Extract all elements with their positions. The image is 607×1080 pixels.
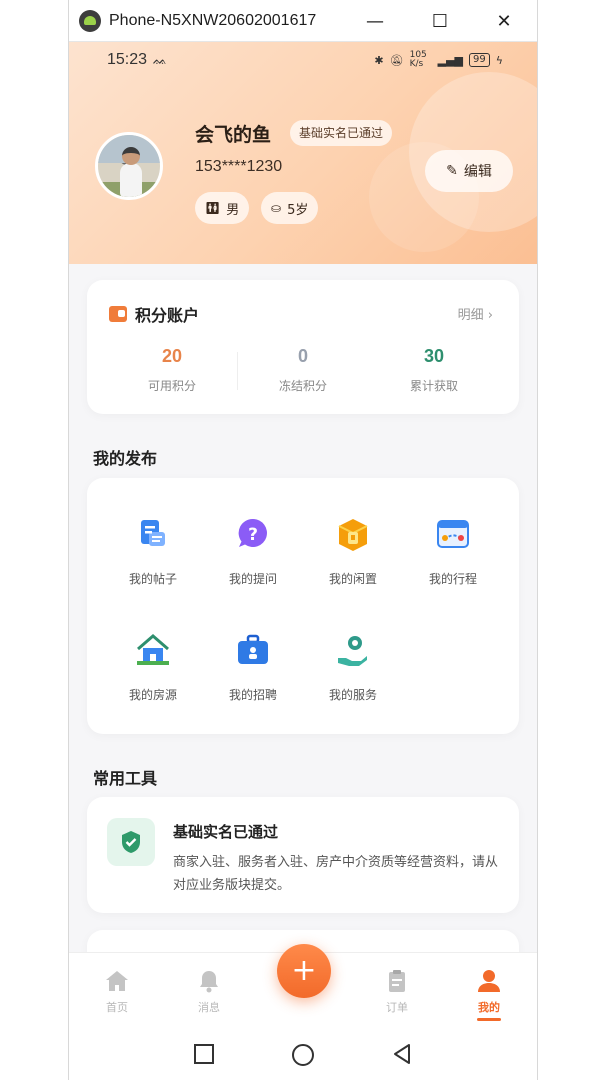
bluetooth-icon: ✱ (374, 53, 384, 67)
route-icon (435, 516, 471, 552)
house-icon (135, 632, 171, 668)
stat-label: 累计获取 (409, 379, 458, 393)
my-posts-card: 我的帖子 ? 我的提问 我的闲置 我的行程 我的房源 我的招聘 我的服务 (87, 478, 519, 734)
phone-window: Phone-N5XNW20602001617 — ☐ ✕ 15:23 ᨐ ✱ 🔕… (68, 0, 538, 1080)
bell-icon (196, 969, 222, 993)
box-icon (335, 516, 371, 552)
user-name: 会飞的鱼 (195, 124, 272, 146)
tab-label: 我的 (478, 1001, 500, 1014)
back-icon[interactable] (391, 1043, 413, 1069)
avatar[interactable] (95, 132, 163, 200)
close-icon[interactable]: ✕ (483, 0, 525, 42)
tab-label: 首页 (106, 1001, 128, 1014)
status-icons: ✱ 🔕︎ 105 K/s ▂▄▆ 99 ϟ (374, 51, 503, 69)
stat-value: 30 (423, 346, 445, 366)
status-time: 15:23 (107, 51, 148, 68)
mute-icon: 🔕︎ (389, 53, 404, 67)
stat-total[interactable]: 30 累计获取 (369, 346, 499, 394)
system-navbar (69, 1028, 537, 1080)
edit-label: 编辑 (463, 164, 492, 180)
tab-messages[interactable]: 消息 (179, 969, 239, 1015)
my-posts-heading: 我的发布 (93, 449, 158, 468)
grid-item-trips[interactable]: 我的行程 (403, 516, 503, 587)
home-button-icon[interactable] (291, 1043, 315, 1071)
age-label: 5岁 (287, 202, 309, 218)
verify-tool-card[interactable]: 基础实名已通过 商家入驻、服务者入驻、房产中介资质等经营资料，请从对应业务版块提… (87, 797, 519, 913)
grid-label: 我的房源 (128, 688, 177, 702)
recent-apps-icon[interactable] (193, 1043, 215, 1069)
wallet-icon (109, 306, 127, 322)
age-chip: ⛀ 5岁 (261, 192, 319, 224)
points-title: 积分账户 (135, 306, 200, 325)
grid-item-housing[interactable]: 我的房源 (103, 632, 203, 703)
grid-item-posts[interactable]: 我的帖子 (103, 516, 203, 587)
tools-heading: 常用工具 (93, 769, 158, 788)
points-card: 积分账户 明细 › 20 可用积分 0 冻结积分 30 累计获取 (87, 280, 519, 414)
window-title: Phone-N5XNW20602001617 (109, 11, 317, 29)
grid-item-services[interactable]: 我的服务 (303, 632, 403, 703)
cake-icon: ⛀ (271, 201, 282, 215)
tab-mine[interactable]: 我的 (459, 969, 519, 1021)
edit-button[interactable]: ✎ 编辑 (425, 150, 513, 192)
question-icon: ? (235, 516, 271, 552)
stat-value: 0 (297, 346, 308, 366)
grid-label: 我的招聘 (228, 688, 277, 702)
active-indicator (477, 1018, 501, 1021)
chevron-right-icon: › (487, 308, 493, 323)
verify-tool-desc: 商家入驻、服务者入驻、房产中介资质等经营资料，请从对应业务版块提交。 (173, 855, 499, 893)
service-icon (335, 632, 371, 668)
profile-header: 15:23 ᨐ ✱ 🔕︎ 105 K/s ▂▄▆ 99 ϟ 会飞的鱼 基础实名已… (69, 42, 537, 264)
grid-item-idle[interactable]: 我的闲置 (303, 516, 403, 587)
clipboard-icon (384, 969, 410, 993)
tab-label: 订单 (386, 1001, 408, 1014)
android-icon (79, 9, 101, 32)
stat-frozen[interactable]: 0 冻结积分 (238, 346, 368, 394)
stat-value: 20 (161, 346, 183, 366)
tab-label: 消息 (198, 1001, 220, 1014)
grid-label: 我的行程 (428, 572, 477, 586)
tab-home[interactable]: 首页 (87, 969, 147, 1015)
grid-label: 我的闲置 (328, 572, 377, 586)
stat-label: 冻结积分 (278, 379, 327, 393)
person-icon (476, 969, 502, 993)
minimize-icon[interactable]: — (354, 0, 396, 42)
verify-tool-title: 基础实名已通过 (173, 823, 279, 841)
signal-icon: ▂▄▆ (437, 53, 463, 67)
points-title-row: 积分账户 (109, 302, 199, 326)
tab-orders[interactable]: 订单 (367, 969, 427, 1015)
gender-icon: 🚻︎ (205, 201, 221, 215)
grid-item-recruit[interactable]: 我的招聘 (203, 632, 303, 703)
points-detail-link[interactable]: 明细 › (458, 304, 493, 323)
briefcase-icon (235, 632, 271, 668)
document-icon (135, 516, 171, 552)
svg-text:?: ? (248, 525, 258, 545)
pencil-icon: ✎ (446, 163, 458, 179)
gender-label: 男 (226, 202, 240, 218)
net-speed: 105 K/s (409, 50, 427, 69)
stat-available[interactable]: 20 可用积分 (107, 346, 237, 394)
gender-chip: 🚻︎ 男 (195, 192, 250, 224)
phone-number: 153****1230 (195, 158, 283, 175)
points-detail-label: 明细 (457, 308, 484, 323)
charging-icon: ϟ (495, 53, 503, 67)
add-button[interactable]: + (277, 944, 331, 998)
grid-label: 我的服务 (328, 688, 377, 702)
grid-item-questions[interactable]: ? 我的提问 (203, 516, 303, 587)
grid-label: 我的提问 (228, 572, 277, 586)
status-bar: 15:23 ᨐ ✱ 🔕︎ 105 K/s ▂▄▆ 99 ϟ (69, 42, 537, 78)
stat-label: 可用积分 (147, 379, 196, 393)
home-icon (104, 969, 130, 993)
grid-label: 我的帖子 (128, 572, 177, 586)
shield-icon (107, 818, 155, 866)
cat-icon: ᨐ (153, 52, 168, 67)
battery-level: 99 (469, 53, 490, 67)
verify-badge: 基础实名已通过 (290, 120, 393, 146)
window-titlebar: Phone-N5XNW20602001617 — ☐ ✕ (69, 0, 537, 42)
maximize-icon[interactable]: ☐ (419, 0, 461, 42)
